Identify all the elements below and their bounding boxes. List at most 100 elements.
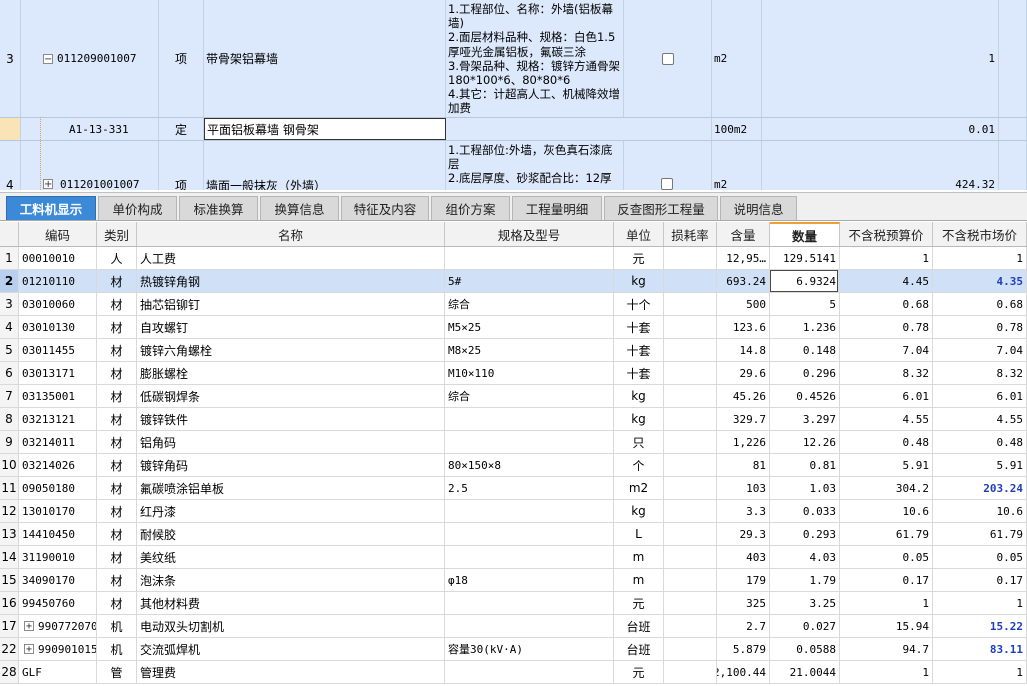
resource-content[interactable]: 5.879 bbox=[717, 638, 770, 660]
bill-description[interactable]: 1.工程部位:外墙，灰色真石漆底层 2.底层厚度、砂浆配合比：12厚 bbox=[446, 141, 624, 190]
tab-standard-conversion[interactable]: 标准换算 bbox=[179, 196, 258, 220]
resource-quantity[interactable]: 0.0588 bbox=[770, 638, 840, 660]
resource-quantity[interactable]: 12.26 bbox=[770, 431, 840, 453]
bill-checkbox[interactable] bbox=[661, 178, 673, 190]
resource-content[interactable]: 1,226 bbox=[717, 431, 770, 453]
resource-content[interactable]: 81 bbox=[717, 454, 770, 476]
resource-row[interactable]: 12 13010170 材 红丹漆 kg 3.3 0.033 10.6 10.6 bbox=[0, 500, 1027, 523]
resource-market-price[interactable]: 4.35 bbox=[933, 270, 1027, 292]
bill-name[interactable]: 带骨架铝幕墙 bbox=[204, 0, 446, 117]
resource-quantity[interactable]: 4.03 bbox=[770, 546, 840, 568]
col-unit[interactable]: 单位 bbox=[614, 222, 664, 246]
resource-quantity[interactable]: 3.297 bbox=[770, 408, 840, 430]
bill-description[interactable]: 1.工程部位、名称：外墙(铝板幕墙) 2.面层材料品种、规格：白色1.5厚哑光金… bbox=[446, 0, 624, 117]
resource-content[interactable]: 45.26 bbox=[717, 385, 770, 407]
resource-row[interactable]: 4 03010130 材 自攻螺钉 M5×25 十套 123.6 1.236 0.78 0.78 bbox=[0, 316, 1027, 339]
resource-quantity[interactable]: 0.81 bbox=[770, 454, 840, 476]
resource-quantity[interactable]: 1.79 bbox=[770, 569, 840, 591]
quota-quantity[interactable]: 0.01 bbox=[762, 118, 999, 140]
resource-market-price[interactable]: 7.04 bbox=[933, 339, 1027, 361]
bill-quantity[interactable]: 1 bbox=[762, 0, 999, 117]
resource-content[interactable]: 29.3 bbox=[717, 523, 770, 545]
resource-row[interactable]: 28 GLF 管 管理费 元 2,100.44 21.0044 1 1 bbox=[0, 661, 1027, 684]
bill-row[interactable]: 3 − 011209001007 项 带骨架铝幕墙 1.工程部位、名称：外墙(铝… bbox=[0, 0, 1027, 118]
resource-row[interactable]: 17 +990772070 机电动双头切割机 台班 2.7 0.027 15.94 15.22 bbox=[0, 615, 1027, 638]
col-budget-price[interactable]: 不含税预算价 bbox=[840, 222, 933, 246]
quota-row[interactable]: A1-13-331 定 平面铝板幕墙 钢骨架 100m2 0.01 bbox=[0, 118, 1027, 141]
col-loss-rate[interactable]: 损耗率 bbox=[664, 222, 717, 246]
resource-market-price[interactable]: 0.05 bbox=[933, 546, 1027, 568]
col-category[interactable]: 类别 bbox=[97, 222, 137, 246]
resource-quantity[interactable]: 6.9324 bbox=[770, 270, 840, 292]
tab-features-content[interactable]: 特征及内容 bbox=[341, 196, 429, 220]
tab-reverse-graphic-quantity[interactable]: 反查图形工程量 bbox=[604, 196, 718, 220]
col-name[interactable]: 名称 bbox=[137, 222, 445, 246]
resource-row[interactable]: 11 09050180 材 氟碳喷涂铝单板 2.5 m2 103 1.03 304.2 203.2… bbox=[0, 477, 1027, 500]
resource-content[interactable]: 3.3 bbox=[717, 500, 770, 522]
resource-market-price[interactable]: 1 bbox=[933, 592, 1027, 614]
tab-quantity-detail[interactable]: 工程量明细 bbox=[512, 196, 602, 220]
resource-market-price[interactable]: 1 bbox=[933, 661, 1027, 683]
resource-content[interactable]: 179 bbox=[717, 569, 770, 591]
resource-market-price[interactable]: 61.79 bbox=[933, 523, 1027, 545]
resource-market-price[interactable]: 0.68 bbox=[933, 293, 1027, 315]
resource-content[interactable]: 103 bbox=[717, 477, 770, 499]
resource-content[interactable]: 2.7 bbox=[717, 615, 770, 637]
resource-market-price[interactable]: 10.6 bbox=[933, 500, 1027, 522]
resource-content[interactable]: 325 bbox=[717, 592, 770, 614]
resource-row[interactable]: 22 +990901015 机交流弧焊机 容量30(kV·A) 台班 5.879 0.058… bbox=[0, 638, 1027, 661]
col-content[interactable]: 含量 bbox=[717, 222, 770, 246]
resource-quantity[interactable]: 0.033 bbox=[770, 500, 840, 522]
quota-name-editor[interactable]: 平面铝板幕墙 钢骨架 bbox=[204, 118, 446, 140]
resource-market-price[interactable]: 0.78 bbox=[933, 316, 1027, 338]
resource-content[interactable]: 500 bbox=[717, 293, 770, 315]
resource-quantity[interactable]: 0.4526 bbox=[770, 385, 840, 407]
resource-quantity[interactable]: 21.0044 bbox=[770, 661, 840, 683]
resource-market-price[interactable]: 15.22 bbox=[933, 615, 1027, 637]
resource-content[interactable]: 123.6 bbox=[717, 316, 770, 338]
bill-name[interactable]: 墙面一般抹灰（外墙） bbox=[204, 141, 446, 190]
tab-conversion-info[interactable]: 换算信息 bbox=[260, 196, 339, 220]
resource-row[interactable]: 16 99450760 材 其他材料费 元 325 3.25 1 1 bbox=[0, 592, 1027, 615]
resource-content[interactable]: 329.7 bbox=[717, 408, 770, 430]
resource-row[interactable]: 1 00010010 人 人工费 元 12,95… 129.5141 1 1 bbox=[0, 247, 1027, 270]
resource-content[interactable]: 12,95… bbox=[717, 247, 770, 269]
tab-labor-material-machine[interactable]: 工料机显示 bbox=[6, 196, 96, 220]
resource-market-price[interactable]: 203.24 bbox=[933, 477, 1027, 499]
col-quantity[interactable]: 数量 bbox=[770, 222, 840, 246]
resource-row[interactable]: 5 03011455 材 镀锌六角螺栓 M8×25 十套 14.8 0.148 7.04 7.04 bbox=[0, 339, 1027, 362]
resource-quantity[interactable]: 129.5141 bbox=[770, 247, 840, 269]
resource-row[interactable]: 14 31190010 材 美纹纸 m 403 4.03 0.05 0.05 bbox=[0, 546, 1027, 569]
bill-quantity[interactable]: 424.32 bbox=[762, 141, 999, 190]
quota-description[interactable] bbox=[446, 118, 712, 140]
resource-content[interactable]: 2,100.44 bbox=[717, 661, 770, 683]
col-code[interactable]: 编码 bbox=[19, 222, 97, 246]
resource-content[interactable]: 693.24 bbox=[717, 270, 770, 292]
tab-unit-price-composition[interactable]: 单价构成 bbox=[98, 196, 177, 220]
resource-quantity[interactable]: 3.25 bbox=[770, 592, 840, 614]
resource-quantity[interactable]: 0.296 bbox=[770, 362, 840, 384]
expand-icon[interactable]: + bbox=[43, 179, 53, 190]
expand-icon[interactable]: + bbox=[24, 644, 34, 655]
resource-row[interactable]: 10 03214026 材 镀锌角码 80×150×8 个 81 0.81 5.91 5.91 bbox=[0, 454, 1027, 477]
resource-quantity[interactable]: 1.236 bbox=[770, 316, 840, 338]
resource-row[interactable]: 13 14410450 材 耐候胶 L 29.3 0.293 61.79 61.79 bbox=[0, 523, 1027, 546]
col-spec[interactable]: 规格及型号 bbox=[445, 222, 614, 246]
resource-market-price[interactable]: 0.17 bbox=[933, 569, 1027, 591]
bill-checkbox[interactable] bbox=[661, 52, 674, 65]
resource-market-price[interactable]: 83.11 bbox=[933, 638, 1027, 660]
resource-market-price[interactable]: 6.01 bbox=[933, 385, 1027, 407]
resource-quantity[interactable]: 5 bbox=[770, 293, 840, 315]
resource-quantity[interactable]: 0.293 bbox=[770, 523, 840, 545]
collapse-icon[interactable]: − bbox=[43, 53, 53, 64]
bill-row[interactable]: 4 + 011201001007 项 墙面一般抹灰（外墙） 1.工程部位:外墙，… bbox=[0, 141, 1027, 190]
tab-pricing-scheme[interactable]: 组价方案 bbox=[431, 196, 510, 220]
resource-market-price[interactable]: 8.32 bbox=[933, 362, 1027, 384]
resource-market-price[interactable]: 1 bbox=[933, 247, 1027, 269]
resource-market-price[interactable]: 4.55 bbox=[933, 408, 1027, 430]
resource-quantity[interactable]: 1.03 bbox=[770, 477, 840, 499]
resource-row[interactable]: 2 01210110 材 热镀锌角钢 5# kg 693.24 6.9324 4.45 4.35 bbox=[0, 270, 1027, 293]
resource-quantity[interactable]: 0.148 bbox=[770, 339, 840, 361]
resource-market-price[interactable]: 5.91 bbox=[933, 454, 1027, 476]
resource-content[interactable]: 14.8 bbox=[717, 339, 770, 361]
